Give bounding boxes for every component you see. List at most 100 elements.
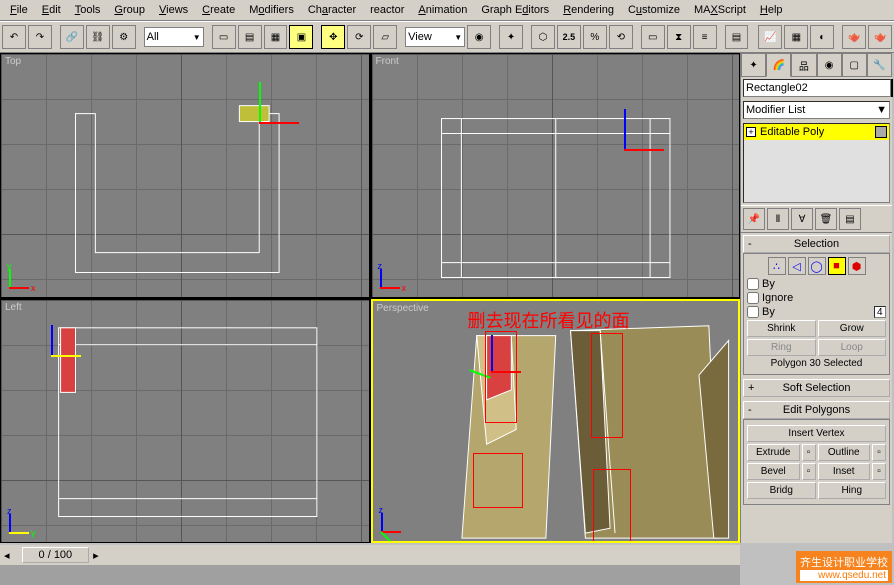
menu-reactor[interactable]: reactor — [364, 2, 410, 18]
menu-file[interactable]: File — [4, 2, 34, 18]
render-scene-button[interactable]: 🫖 — [842, 25, 866, 49]
named-sets-button[interactable]: ▭ — [641, 25, 665, 49]
track-bar[interactable] — [0, 565, 740, 585]
selection-rollout-header[interactable]: -Selection — [743, 235, 890, 253]
inset-button[interactable]: Inset — [818, 463, 871, 480]
link-button[interactable]: 🔗 — [60, 25, 84, 49]
menu-character[interactable]: Character — [302, 2, 362, 18]
angle-snap-button[interactable]: 2.5 — [557, 25, 581, 49]
align-button[interactable]: ≡ — [693, 25, 717, 49]
menu-bar: File Edit Tools Group Views Create Modif… — [0, 0, 894, 21]
create-tab[interactable]: ✦ — [741, 53, 766, 77]
utilities-tab[interactable]: 🔧 — [867, 53, 892, 77]
remove-mod-button[interactable]: 🗑 — [815, 208, 837, 230]
percent-snap-button[interactable]: % — [583, 25, 607, 49]
material-button[interactable]: ◐ — [810, 25, 834, 49]
display-tab[interactable]: ▢ — [842, 53, 867, 77]
pin-stack-button[interactable]: 📌 — [743, 208, 765, 230]
select-name-button[interactable]: ▤ — [238, 25, 262, 49]
ring-button[interactable]: Ring — [747, 339, 816, 356]
selection-status: Polygon 30 Selected — [747, 358, 886, 369]
motion-tab[interactable]: ◉ — [817, 53, 842, 77]
pivot-button[interactable]: ◉ — [467, 25, 491, 49]
spinner-snap-button[interactable]: ⟲ — [609, 25, 633, 49]
menu-customize[interactable]: Customize — [622, 2, 686, 18]
hinge-button[interactable]: Hing — [818, 482, 887, 499]
insert-vertex-button[interactable]: Insert Vertex — [747, 425, 886, 442]
vertex-subobj[interactable]: ∴ — [768, 257, 786, 275]
object-name-input[interactable] — [743, 79, 891, 97]
selection-filter-dropdown[interactable]: All▼ — [144, 27, 204, 47]
border-subobj[interactable]: ◯ — [808, 257, 826, 275]
time-slider[interactable]: ◂ 0 / 100 ▸ — [0, 545, 740, 565]
bevel-button[interactable]: Bevel — [747, 463, 800, 480]
by-vertex-checkbox[interactable] — [747, 278, 759, 290]
modify-tab[interactable]: 🌈 — [766, 53, 791, 77]
outline-button[interactable]: Outline — [818, 444, 871, 461]
select-manipulate-button[interactable]: ✦ — [499, 25, 523, 49]
by-angle-checkbox[interactable] — [747, 306, 759, 318]
extrude-settings-button[interactable]: ▫ — [802, 444, 816, 461]
edit-polygons-rollout-header[interactable]: -Edit Polygons — [743, 401, 890, 419]
angle-spinner[interactable] — [874, 306, 886, 318]
modifier-stack[interactable]: + Editable Poly — [743, 123, 890, 203]
polygon-subobj[interactable]: ■ — [828, 257, 846, 275]
soft-selection-rollout-header[interactable]: +Soft Selection — [743, 379, 890, 397]
bind-button[interactable]: ⚙ — [112, 25, 136, 49]
edge-subobj[interactable]: ◁ — [788, 257, 806, 275]
menu-tools[interactable]: Tools — [69, 2, 107, 18]
modifier-list-dropdown[interactable]: Modifier List ▼ — [743, 101, 890, 119]
hierarchy-tab[interactable]: 品 — [791, 53, 816, 77]
window-crossing-button[interactable]: ▣ — [289, 25, 313, 49]
grow-button[interactable]: Grow — [818, 320, 887, 337]
menu-graph-editors[interactable]: Graph Editors — [475, 2, 555, 18]
menu-maxscript[interactable]: MAXScript — [688, 2, 752, 18]
viewport-front[interactable]: Front xz — [371, 53, 741, 298]
time-slider-knob[interactable]: 0 / 100 — [22, 547, 90, 563]
inset-settings-button[interactable]: ▫ — [872, 463, 886, 480]
curve-editor-button[interactable]: 📈 — [758, 25, 782, 49]
stack-editable-poly[interactable]: + Editable Poly — [744, 124, 889, 140]
menu-create[interactable]: Create — [196, 2, 241, 18]
viewport-top[interactable]: Top xy — [0, 53, 370, 298]
undo-button[interactable]: ↶ — [2, 25, 26, 49]
viewport-perspective[interactable]: Perspective 删去现在所看见的面 z — [371, 299, 741, 544]
show-result-button[interactable]: Ⅱ — [767, 208, 789, 230]
unique-button[interactable]: ∀ — [791, 208, 813, 230]
quick-render-button[interactable]: 🫖 — [868, 25, 892, 49]
menu-views[interactable]: Views — [153, 2, 194, 18]
loop-button[interactable]: Loop — [818, 339, 887, 356]
menu-group[interactable]: Group — [108, 2, 151, 18]
layers-button[interactable]: ▤ — [725, 25, 749, 49]
select-region-button[interactable]: ▦ — [264, 25, 288, 49]
outline-settings-button[interactable]: ▫ — [872, 444, 886, 461]
ignore-backfacing-checkbox[interactable] — [747, 292, 759, 304]
rotate-button[interactable]: ⟳ — [347, 25, 371, 49]
mirror-button[interactable]: ⧗ — [667, 25, 691, 49]
shrink-button[interactable]: Shrink — [747, 320, 816, 337]
select-button[interactable]: ▭ — [212, 25, 236, 49]
extrude-button[interactable]: Extrude — [747, 444, 800, 461]
scale-button[interactable]: ▱ — [373, 25, 397, 49]
snap-toggle-button[interactable]: ⬡ — [531, 25, 555, 49]
schematic-button[interactable]: ▦ — [784, 25, 808, 49]
bridge-button[interactable]: Bridg — [747, 482, 816, 499]
viewport-left[interactable]: Left yz — [0, 299, 370, 544]
menu-animation[interactable]: Animation — [412, 2, 473, 18]
menu-rendering[interactable]: Rendering — [557, 2, 620, 18]
object-color-swatch[interactable] — [891, 79, 893, 97]
menu-help[interactable]: Help — [754, 2, 789, 18]
menu-modifiers[interactable]: Modifiers — [243, 2, 300, 18]
configure-button[interactable]: ▤ — [839, 208, 861, 230]
modifier-list-label: Modifier List — [746, 104, 805, 116]
expand-icon[interactable]: + — [746, 127, 756, 137]
move-button[interactable]: ✥ — [321, 25, 345, 49]
bevel-settings-button[interactable]: ▫ — [802, 463, 816, 480]
unlink-button[interactable]: ⛓ — [86, 25, 110, 49]
menu-edit[interactable]: Edit — [36, 2, 67, 18]
ref-coord-dropdown[interactable]: View▼ — [405, 27, 465, 47]
redo-button[interactable]: ↷ — [28, 25, 52, 49]
annotation-text: 删去现在所看见的面 — [468, 307, 630, 333]
command-panel-tabs: ✦ 🌈 品 ◉ ▢ 🔧 — [741, 53, 892, 77]
element-subobj[interactable]: ⬢ — [848, 257, 866, 275]
